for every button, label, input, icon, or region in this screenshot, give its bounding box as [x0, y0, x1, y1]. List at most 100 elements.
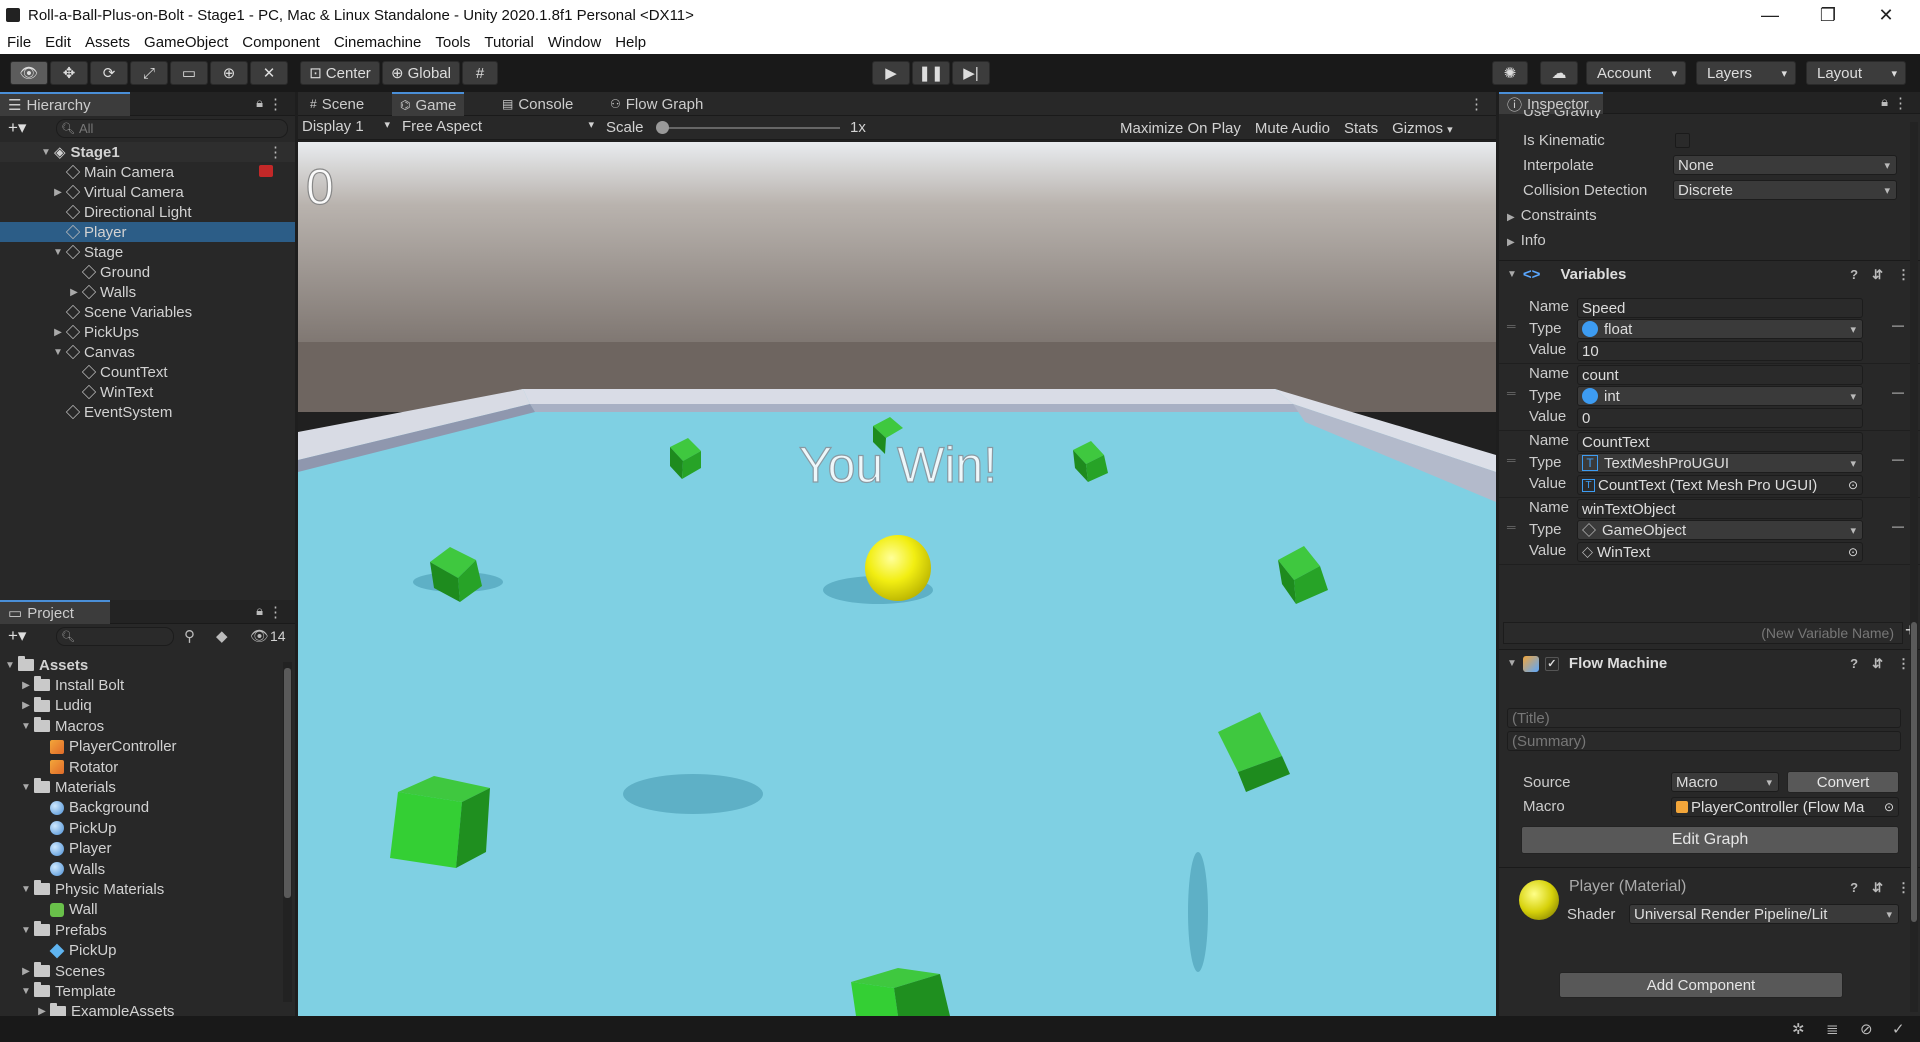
- project-item[interactable]: PlayerController: [0, 737, 281, 757]
- hierarchy-item[interactable]: Main Camera: [0, 162, 295, 182]
- panel-menu-icon[interactable]: ⋮: [268, 603, 283, 621]
- expand-arrow-icon[interactable]: ▼: [20, 884, 32, 895]
- pivot-global-toggle[interactable]: ⊕ Global: [382, 61, 460, 85]
- add-component-button[interactable]: Add Component: [1559, 972, 1843, 998]
- menu-cinemachine[interactable]: Cinemachine: [327, 34, 429, 51]
- remove-variable-icon[interactable]: —: [1892, 318, 1904, 332]
- hidden-packages-icon[interactable]: 👁: [250, 627, 269, 645]
- info-foldout[interactable]: ▶ Info: [1507, 232, 1546, 249]
- project-item[interactable]: PickUp: [0, 818, 281, 838]
- hierarchy-item[interactable]: ▼ Canvas: [0, 342, 295, 362]
- rotate-tool-button[interactable]: ⟳: [90, 61, 128, 85]
- variable-type-dropdown[interactable]: float: [1577, 319, 1863, 339]
- hierarchy-item[interactable]: ▶ PickUps: [0, 322, 295, 342]
- project-item[interactable]: Player: [0, 839, 281, 859]
- enabled-checkbox[interactable]: ✓: [1544, 656, 1559, 671]
- new-variable-name-input[interactable]: (New Variable Name): [1503, 622, 1903, 644]
- source-dropdown[interactable]: Macro: [1671, 772, 1779, 792]
- cache-server-icon[interactable]: ≣: [1826, 1020, 1839, 1038]
- expand-arrow-icon[interactable]: ▶: [20, 700, 32, 711]
- expand-arrow-icon[interactable]: ▶: [52, 327, 64, 338]
- panel-menu-icon[interactable]: ⋮: [1469, 95, 1484, 113]
- tab-project[interactable]: ▭ Project: [0, 600, 110, 624]
- inspector-scrollbar[interactable]: [1910, 122, 1918, 1012]
- project-scrollbar[interactable]: [283, 662, 292, 1002]
- variable-name-input[interactable]: count: [1577, 365, 1863, 385]
- filter-label-icon[interactable]: ◆: [216, 627, 228, 645]
- project-item[interactable]: ▼ Prefabs: [0, 920, 281, 940]
- is-kinematic-checkbox[interactable]: [1675, 133, 1690, 148]
- project-item[interactable]: ▼ Physic Materials: [0, 879, 281, 899]
- aspect-dropdown[interactable]: Free Aspect ▾: [402, 118, 596, 138]
- interpolate-dropdown[interactable]: None: [1673, 155, 1897, 175]
- stats-toggle[interactable]: Stats: [1344, 120, 1378, 137]
- collab-button[interactable]: ✺: [1492, 61, 1528, 85]
- project-item[interactable]: ▼ Materials: [0, 777, 281, 797]
- tab-flow-graph[interactable]: ⚇ Flow Graph: [602, 92, 711, 116]
- shader-dropdown[interactable]: Universal Render Pipeline/Lit: [1629, 904, 1899, 924]
- close-button[interactable]: ✕: [1858, 0, 1914, 30]
- tab-scene[interactable]: # Scene: [302, 92, 372, 116]
- variable-type-dropdown[interactable]: int: [1577, 386, 1863, 406]
- drag-handle-icon[interactable]: ═: [1507, 520, 1516, 534]
- expand-arrow-icon[interactable]: ▼: [52, 247, 64, 258]
- menu-gameobject[interactable]: GameObject: [137, 34, 235, 51]
- drag-handle-icon[interactable]: ═: [1507, 386, 1516, 400]
- game-viewport[interactable]: You Win! 0: [298, 142, 1496, 1016]
- project-item[interactable]: ▼ Assets: [0, 655, 281, 675]
- object-picker-icon[interactable]: ⊙: [1848, 478, 1858, 492]
- variable-type-dropdown[interactable]: GameObject: [1577, 520, 1863, 540]
- maximize-button[interactable]: ❐: [1800, 0, 1856, 30]
- project-item[interactable]: ▼ Macros: [0, 716, 281, 736]
- hierarchy-item[interactable]: EventSystem: [0, 402, 295, 422]
- expand-arrow-icon[interactable]: ▼: [20, 782, 32, 793]
- hierarchy-item[interactable]: ▼ Stage: [0, 242, 295, 262]
- variable-value-input[interactable]: ⊙ WinText: [1577, 542, 1863, 562]
- menu-window[interactable]: Window: [541, 34, 608, 51]
- view-tool-button[interactable]: 👁: [10, 61, 48, 85]
- maximize-on-play-toggle[interactable]: Maximize On Play: [1120, 120, 1241, 137]
- menu-component[interactable]: Component: [235, 34, 327, 51]
- project-item[interactable]: ▶ Ludiq: [0, 696, 281, 716]
- debug-icon[interactable]: ✲: [1792, 1020, 1805, 1038]
- panel-menu-icon[interactable]: ⋮: [1893, 94, 1908, 112]
- cloud-button[interactable]: ☁: [1540, 61, 1578, 85]
- component-menu-icon[interactable]: ⋮: [1897, 880, 1910, 896]
- expand-arrow-icon[interactable]: ▼: [40, 147, 52, 158]
- hierarchy-search-input[interactable]: 🔍︎ All: [56, 119, 288, 138]
- expand-arrow-icon[interactable]: ▶: [68, 287, 80, 298]
- variable-name-input[interactable]: Speed: [1577, 298, 1863, 318]
- edit-graph-button[interactable]: Edit Graph: [1521, 826, 1899, 854]
- variable-name-input[interactable]: CountText: [1577, 432, 1863, 452]
- project-item[interactable]: Walls: [0, 859, 281, 879]
- layers-dropdown[interactable]: Layers ▾: [1696, 61, 1796, 85]
- menu-help[interactable]: Help: [608, 34, 653, 51]
- help-icon[interactable]: ?: [1850, 880, 1858, 896]
- project-item[interactable]: ▼ Template: [0, 981, 281, 1001]
- check-icon[interactable]: ✓: [1892, 1020, 1905, 1038]
- variable-value-input[interactable]: T ⊙ CountText (Text Mesh Pro UGUI): [1577, 475, 1863, 495]
- object-picker-icon[interactable]: ⊙: [1848, 545, 1858, 559]
- remove-variable-icon[interactable]: —: [1892, 519, 1904, 533]
- move-tool-button[interactable]: ✥: [50, 61, 88, 85]
- lock-icon[interactable]: 🔒︎: [256, 603, 263, 619]
- flow-machine-header[interactable]: ▼ ✓ Flow Machine ? ⇵ ⋮: [1499, 649, 1920, 677]
- summary-input[interactable]: (Summary): [1507, 731, 1901, 751]
- help-icon[interactable]: ?: [1850, 656, 1858, 672]
- component-menu-icon[interactable]: ⋮: [1897, 267, 1910, 283]
- auto-generate-lighting-icon[interactable]: ⊘: [1860, 1020, 1873, 1038]
- custom-tool-button[interactable]: ✕: [250, 61, 288, 85]
- expand-arrow-icon[interactable]: ▶: [36, 1006, 48, 1016]
- tab-game[interactable]: ⌬ Game: [392, 92, 465, 116]
- grid-snap-button[interactable]: #: [462, 61, 498, 85]
- project-search-input[interactable]: 🔍︎: [56, 627, 174, 646]
- preset-icon[interactable]: ⇵: [1872, 267, 1883, 283]
- project-item[interactable]: ▶ ExampleAssets: [0, 1002, 281, 1016]
- convert-button[interactable]: Convert: [1787, 771, 1899, 793]
- drag-handle-icon[interactable]: ═: [1507, 453, 1516, 467]
- lock-icon[interactable]: 🔒︎: [256, 95, 263, 111]
- hierarchy-item[interactable]: ▶ Walls: [0, 282, 295, 302]
- drag-handle-icon[interactable]: ═: [1507, 319, 1516, 333]
- minimize-button[interactable]: —: [1742, 0, 1798, 30]
- add-icon[interactable]: +▾: [8, 118, 26, 138]
